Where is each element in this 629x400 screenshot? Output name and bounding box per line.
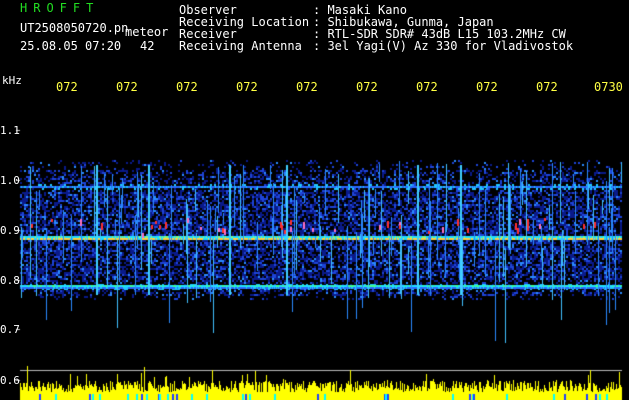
antenna-value: : 3el Yagi(V) Az 330 for Vladivostok <box>313 39 574 53</box>
time-tick-label: 072 <box>416 80 438 94</box>
file-name: UT2508050720.pn <box>20 21 129 35</box>
time-tick-label: 072 <box>536 80 558 94</box>
time-tick-label: 072 <box>236 80 258 94</box>
meteor-count: 42 <box>140 39 155 53</box>
app-title: HROFFT <box>20 1 100 15</box>
time-tick-label: 0730 <box>594 80 623 94</box>
y-tick-label: 1.0 <box>0 174 20 187</box>
y-tick-label: 0.8 <box>0 274 20 287</box>
y-tick-label: 0.9 <box>0 224 20 237</box>
antenna-label: Receiving Antenna <box>179 39 302 53</box>
waterfall-spectrogram <box>0 0 629 400</box>
time-tick-label: 072 <box>476 80 498 94</box>
y-tick-label: 0.7 <box>0 323 20 336</box>
hrofft-screen: HROFFT UT2508050720.pn meteor 25.08.05 0… <box>0 0 629 400</box>
time-tick-label: 072 <box>356 80 378 94</box>
y-tick-label: 1.1 <box>0 124 20 137</box>
time-tick-label: 072 <box>176 80 198 94</box>
time-tick-label: 072 <box>296 80 318 94</box>
y-axis-unit: kHz <box>2 74 22 87</box>
time-tick-label: 072 <box>56 80 78 94</box>
y-tick-label: 0.6 <box>0 374 20 387</box>
meteor-label: meteor <box>125 25 169 39</box>
timestamp: 25.08.05 07:20 <box>20 39 122 53</box>
time-tick-label: 072 <box>116 80 138 94</box>
